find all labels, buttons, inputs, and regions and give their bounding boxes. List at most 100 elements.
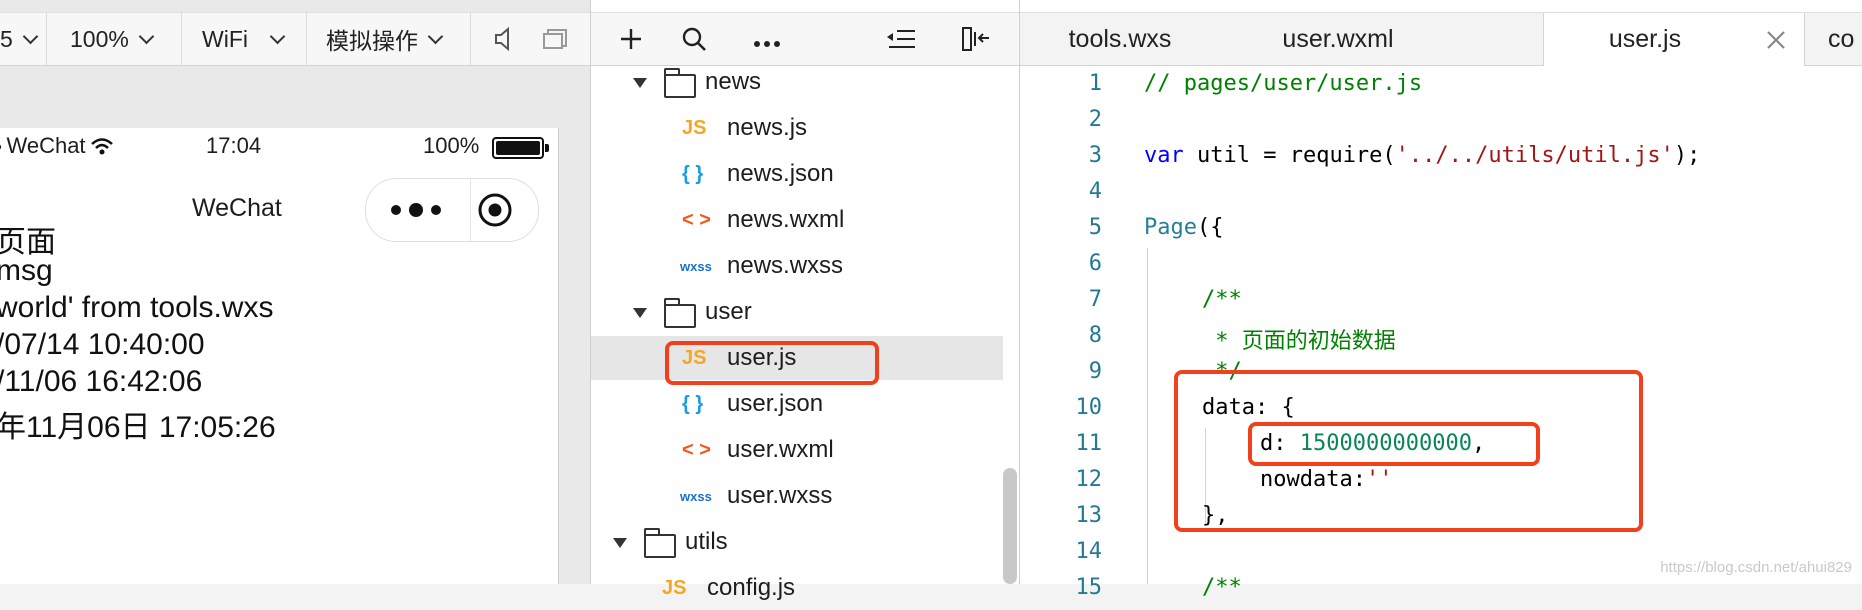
js-file-icon: JS xyxy=(682,116,707,139)
file-news-wxss[interactable]: wxss news.wxss xyxy=(591,244,1003,288)
tree-item-label: user xyxy=(705,298,752,325)
editor-tab-bar: tools.wxs user.wxml user.js co xyxy=(1020,12,1862,66)
file-user-json[interactable]: { } user.json xyxy=(591,382,1003,426)
wxss-file-icon: wxss xyxy=(680,258,712,274)
page-text-line: /07/14 10:40:00 xyxy=(0,328,205,361)
folder-icon xyxy=(664,68,696,98)
file-user-wxss[interactable]: wxss user.wxss xyxy=(591,474,1003,518)
line-number: 7 xyxy=(1088,287,1102,312)
folder-news[interactable]: news xyxy=(591,60,1003,104)
file-user-wxml[interactable]: < > user.wxml xyxy=(591,428,1003,472)
zoom-label: 100% xyxy=(70,25,129,52)
code-editor-pane: tools.wxs user.wxml user.js co 1 2 3 4 5… xyxy=(1020,0,1862,600)
page-text-line: /11/06 16:42:06 xyxy=(0,365,203,398)
js-file-icon: JS xyxy=(662,576,687,599)
line-number: 4 xyxy=(1088,179,1102,204)
line-number: 3 xyxy=(1088,143,1102,168)
more-button[interactable] xyxy=(386,197,450,223)
detach-window-button[interactable] xyxy=(542,13,568,65)
code-line: Page({ xyxy=(1144,215,1224,240)
chevron-down-icon xyxy=(427,28,444,44)
simulator-toolbar: 5 100% WiFi 模拟操作 xyxy=(0,12,590,66)
nav-title: WeChat xyxy=(192,194,282,222)
line-number: 6 xyxy=(1088,251,1102,276)
simulate-operation-select[interactable]: 模拟操作 xyxy=(326,13,444,65)
network-label: WiFi xyxy=(202,25,248,52)
code-line: var util = require('../../utils/util.js'… xyxy=(1144,143,1701,168)
json-file-icon: { } xyxy=(682,392,704,415)
caret-down-icon xyxy=(633,308,647,318)
simulate-label: 模拟操作 xyxy=(326,28,418,54)
code-line: /** xyxy=(1202,287,1242,312)
line-number: 1 xyxy=(1088,71,1102,96)
outdent-icon xyxy=(887,30,915,48)
line-number: 11 xyxy=(1075,431,1103,456)
device-label: 5 xyxy=(0,25,13,52)
json-file-icon: { } xyxy=(682,162,704,185)
file-explorer-pane: news JS news.js { } news.json < > news.w… xyxy=(591,0,1020,601)
network-select[interactable]: WiFi xyxy=(202,13,286,65)
folder-icon xyxy=(664,298,696,328)
panel-collapse-icon xyxy=(962,27,989,51)
signal-dot-icon: ● xyxy=(0,138,2,154)
search-button[interactable] xyxy=(681,26,707,57)
chevron-down-icon xyxy=(22,28,39,44)
window-icon xyxy=(543,29,567,49)
chevron-down-icon xyxy=(269,28,286,44)
tree-item-label: config.js xyxy=(707,574,796,601)
plus-icon xyxy=(621,29,641,49)
tree-item-label: user.json xyxy=(727,390,824,417)
search-icon xyxy=(682,27,706,51)
tree-item-label: news.wxss xyxy=(727,252,844,279)
carrier-label: WeChat xyxy=(6,133,86,158)
speaker-mute-icon xyxy=(495,27,509,51)
tab-co-partial[interactable]: co xyxy=(1804,13,1862,65)
caret-down-icon xyxy=(633,78,647,88)
caret-down-icon xyxy=(613,538,627,548)
page-text-line: 年11月06日 17:05:26 xyxy=(0,411,276,444)
code-line: // pages/user/user.js xyxy=(1144,71,1423,96)
close-miniprogram-button[interactable] xyxy=(477,192,513,228)
device-select[interactable]: 5 xyxy=(0,13,39,65)
phone-screen: ● WeChat 17:04 100% WeChat 页面 msg world'… xyxy=(0,128,559,584)
file-news-wxml[interactable]: < > news.wxml xyxy=(591,198,1003,242)
watermark-text: https://blog.csdn.net/ahui829 xyxy=(1660,559,1852,576)
tab-label: co xyxy=(1828,24,1855,53)
page-text-line: msg xyxy=(0,254,53,287)
annotation-highlight-d-value xyxy=(1248,422,1540,466)
close-icon[interactable] xyxy=(1766,30,1786,50)
tab-user-wxml[interactable]: user.wxml xyxy=(1220,13,1456,65)
battery-icon xyxy=(492,137,549,159)
line-number: 8 xyxy=(1088,323,1102,348)
file-config-js[interactable]: JS config.js xyxy=(591,566,1003,610)
wxml-file-icon: < > xyxy=(682,208,711,231)
explorer-scrollbar[interactable] xyxy=(1003,468,1017,584)
annotation-highlight-userjs xyxy=(665,341,879,385)
tab-label: tools.wxs xyxy=(1068,24,1172,53)
tree-item-label: news.json xyxy=(727,160,834,187)
new-file-button[interactable] xyxy=(619,27,643,56)
status-time: 17:04 xyxy=(206,133,262,158)
collapse-all-button[interactable] xyxy=(887,29,915,54)
code-line: * 页面的初始数据 xyxy=(1202,329,1396,354)
mute-button[interactable] xyxy=(494,13,514,65)
tree-item-label: news.wxml xyxy=(727,206,845,233)
capsule-menu xyxy=(365,178,539,242)
tab-tools-wxs[interactable]: tools.wxs xyxy=(1020,13,1220,65)
chevron-down-icon xyxy=(138,28,155,44)
collapse-panel-button[interactable] xyxy=(961,26,991,57)
line-number: 15 xyxy=(1075,575,1103,600)
tab-user-js[interactable]: user.js xyxy=(1543,13,1805,66)
tree-item-label: news.js xyxy=(727,114,808,141)
file-news-js[interactable]: JS news.js xyxy=(591,106,1003,150)
more-options-button[interactable] xyxy=(753,35,781,53)
line-number: 9 xyxy=(1088,359,1102,384)
wxss-file-icon: wxss xyxy=(680,488,712,504)
folder-utils[interactable]: utils xyxy=(591,520,1003,564)
folder-user[interactable]: user xyxy=(591,290,1003,334)
zoom-select[interactable]: 100% xyxy=(70,13,155,65)
code-line: /** xyxy=(1202,575,1242,600)
file-news-json[interactable]: { } news.json xyxy=(591,152,1003,196)
tree-item-label: user.wxss xyxy=(727,482,833,509)
line-number: 14 xyxy=(1075,539,1103,564)
